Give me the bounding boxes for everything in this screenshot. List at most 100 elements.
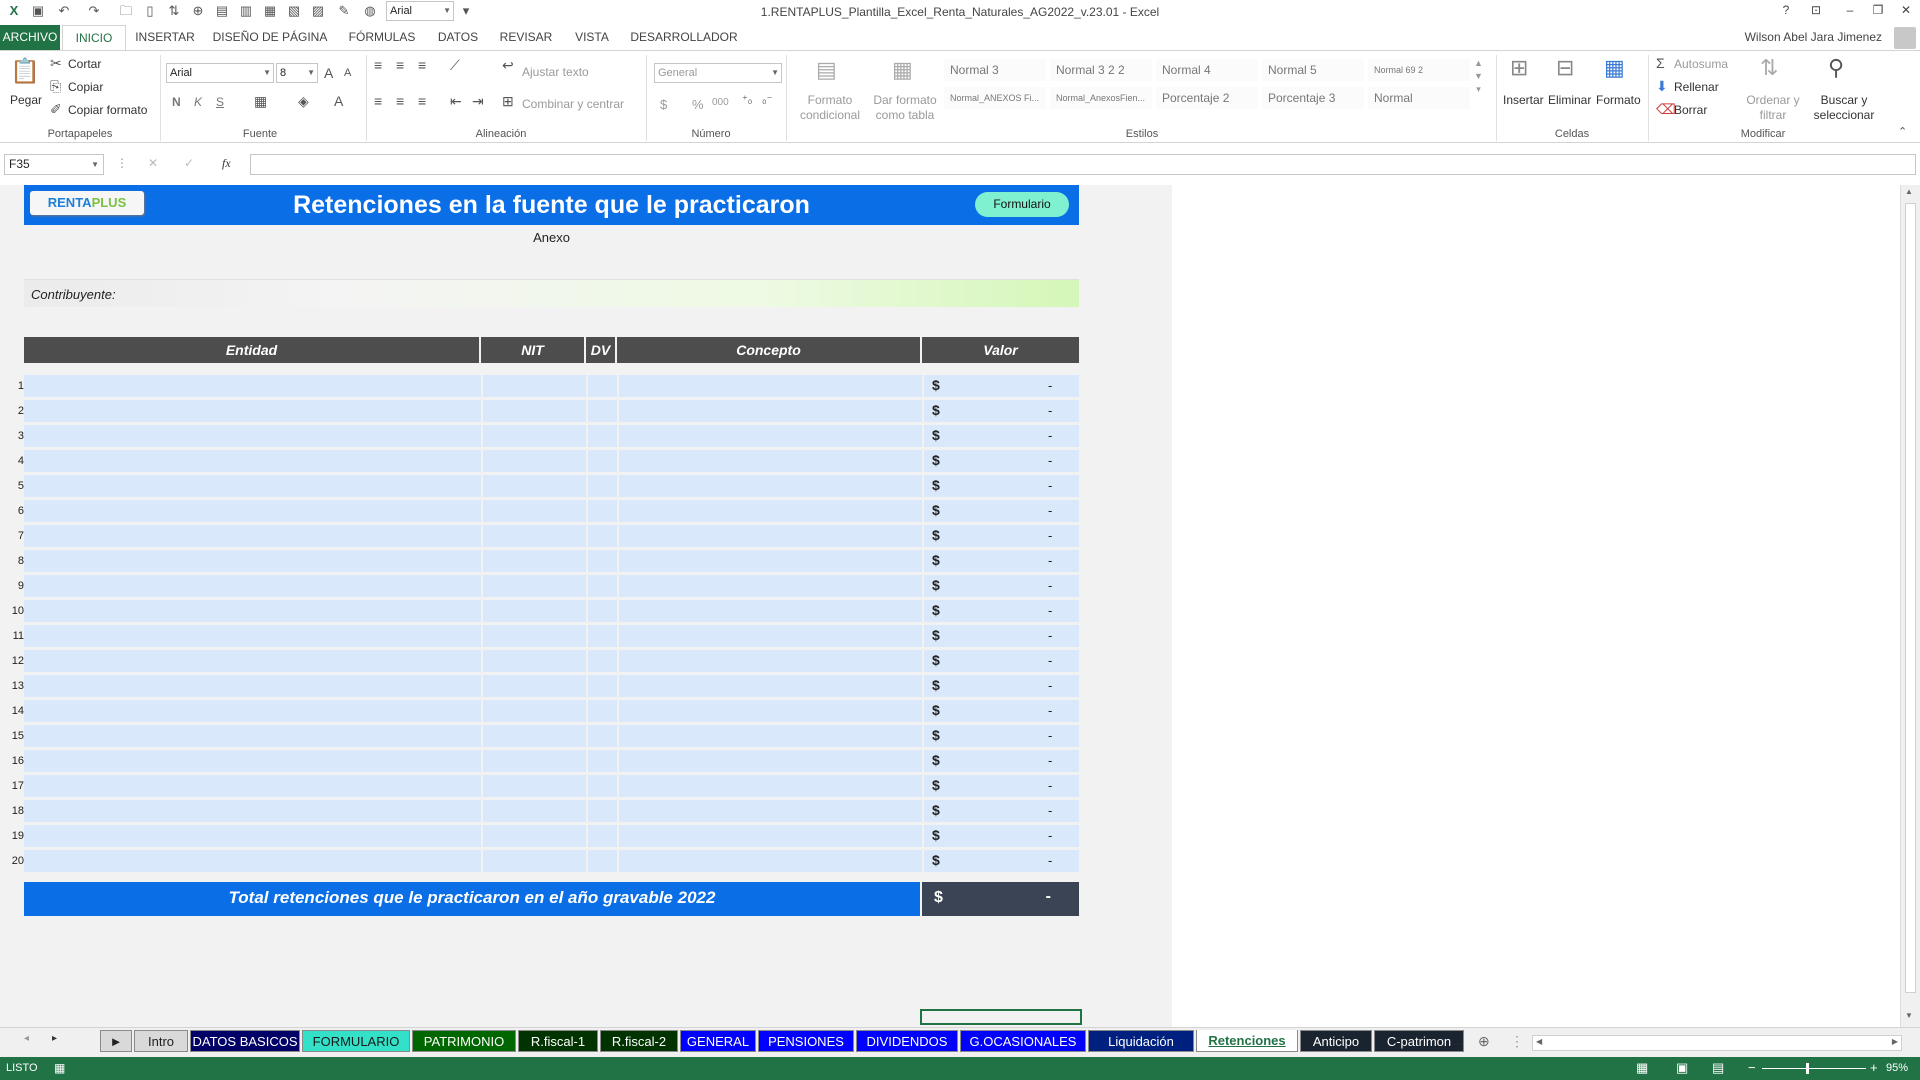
valor-cell[interactable] [924,775,1079,797]
valor-cell[interactable] [924,700,1079,722]
nit-cell[interactable] [483,525,586,547]
sheet-tab-anticipo[interactable]: Anticipo [1300,1030,1372,1052]
hscroll-right-icon[interactable]: ▶ [1892,1037,1898,1046]
dv-cell[interactable] [588,675,617,697]
wrap-text-button[interactable]: Ajustar texto [522,65,589,79]
percent-button[interactable]: % [692,97,704,112]
decrease-decimal-icon[interactable]: ₀⁻ [762,93,772,106]
entidad-cell[interactable] [24,650,481,672]
valor-cell[interactable] [924,650,1079,672]
italic-button[interactable]: K [194,95,202,109]
tab-scroll-right-icon[interactable]: ▸ [52,1033,57,1044]
clear-icon[interactable]: ⌫ [1656,101,1676,118]
dv-cell[interactable] [588,550,617,572]
help-icon[interactable]: ? [1776,3,1796,21]
concepto-cell[interactable] [619,750,922,772]
align-bottom-icon[interactable]: ≡ [418,57,426,73]
zoom-level[interactable]: 95% [1886,1062,1908,1074]
format-cells-icon[interactable]: ▦ [1604,55,1625,81]
entidad-cell[interactable] [24,550,481,572]
style-normal-3-2-2[interactable]: Normal 3 2 2 [1050,59,1152,81]
tab-diseno-pagina[interactable]: DISEÑO DE PÁGINA [208,25,332,50]
tab-nav-arrow-icon[interactable]: ► [100,1030,132,1052]
entidad-cell[interactable] [24,725,481,747]
selected-cell-f35[interactable] [920,1009,1082,1025]
style-normal-5[interactable]: Normal 5 [1262,59,1364,81]
align-left-icon[interactable]: ≡ [374,93,382,109]
dv-cell[interactable] [588,800,617,822]
concepto-cell[interactable] [619,425,922,447]
entidad-cell[interactable] [24,425,481,447]
valor-cell[interactable] [924,375,1079,397]
fill-button[interactable]: Rellenar [1674,80,1719,94]
entidad-cell[interactable] [24,850,481,872]
underline-button[interactable]: S [216,95,224,109]
concepto-cell[interactable] [619,400,922,422]
valor-cell[interactable] [924,475,1079,497]
entidad-cell[interactable] [24,625,481,647]
concepto-cell[interactable] [619,825,922,847]
format-as-table-button[interactable]: Dar formato como tabla [868,93,942,123]
align-center-icon[interactable]: ≡ [396,93,404,109]
clear-button[interactable]: Borrar [1674,103,1707,117]
dv-cell[interactable] [588,375,617,397]
concepto-cell[interactable] [619,625,922,647]
concepto-cell[interactable] [619,650,922,672]
confirm-edit-icon[interactable]: ✓ [184,156,194,170]
entidad-cell[interactable] [24,400,481,422]
valor-cell[interactable] [924,825,1079,847]
concepto-cell[interactable] [619,550,922,572]
conditional-format-icon[interactable]: ▤ [816,57,837,83]
valor-cell[interactable] [924,725,1079,747]
page-layout-view-icon[interactable]: ▣ [1676,1060,1688,1076]
entidad-cell[interactable] [24,375,481,397]
sheet-tab-intro[interactable]: Intro [134,1030,188,1052]
decrease-indent-icon[interactable]: ⇤ [450,93,462,110]
nit-cell[interactable] [483,600,586,622]
valor-cell[interactable] [924,625,1079,647]
valor-cell[interactable] [924,425,1079,447]
formula-input[interactable] [250,154,1916,175]
sheet-tab-pensiones[interactable]: PENSIONES [758,1030,854,1052]
concepto-cell[interactable] [619,600,922,622]
concepto-cell[interactable] [619,375,922,397]
concepto-cell[interactable] [619,800,922,822]
tab-archivo[interactable]: ARCHIVO [0,25,60,50]
normal-view-icon[interactable]: ▦ [1636,1060,1648,1076]
tab-inicio[interactable]: INICIO [62,25,126,51]
dv-cell[interactable] [588,400,617,422]
formulario-button[interactable]: Formulario [975,192,1069,217]
paste-icon[interactable]: 📋 [10,57,40,86]
worksheet[interactable]: RENTAPLUS Retenciones en la fuente que l… [0,185,1900,1027]
nit-cell[interactable] [483,650,586,672]
dv-cell[interactable] [588,850,617,872]
entidad-cell[interactable] [24,600,481,622]
concepto-cell[interactable] [619,850,922,872]
zoom-out-icon[interactable]: − [1748,1060,1756,1075]
dv-cell[interactable] [588,575,617,597]
sheet-tab-liquidaci-n[interactable]: Liquidación [1088,1030,1194,1052]
copy-button[interactable]: Copiar [68,80,103,94]
dv-cell[interactable] [588,725,617,747]
orientation-icon[interactable]: ⟋ [450,57,460,74]
thousands-button[interactable]: 000 [712,97,729,108]
autosum-icon[interactable]: Σ [1656,55,1665,71]
dv-cell[interactable] [588,650,617,672]
grow-font-icon[interactable]: A [324,65,333,81]
sheet-tab-patrimonio[interactable]: PATRIMONIO [412,1030,516,1052]
concepto-cell[interactable] [619,475,922,497]
entidad-cell[interactable] [24,500,481,522]
align-top-icon[interactable]: ≡ [374,57,382,73]
wrap-text-icon[interactable]: ↩ [502,57,514,74]
minimize-icon[interactable]: – [1840,3,1860,21]
nit-cell[interactable] [483,575,586,597]
style-normal[interactable]: Normal [1368,87,1470,109]
dv-cell[interactable] [588,500,617,522]
style-normal-anexos-fi[interactable]: Normal_ANEXOS Fi... [944,87,1046,109]
tab-desarrollador[interactable]: DESARROLLADOR [626,25,742,50]
increase-decimal-icon[interactable]: ⁺₀ [742,93,752,106]
styles-scroll-icon[interactable]: ▲ ▼ ▾ [1474,57,1483,96]
number-format-combo[interactable]: General ▼ [654,63,782,83]
dv-cell[interactable] [588,825,617,847]
concepto-cell[interactable] [619,450,922,472]
